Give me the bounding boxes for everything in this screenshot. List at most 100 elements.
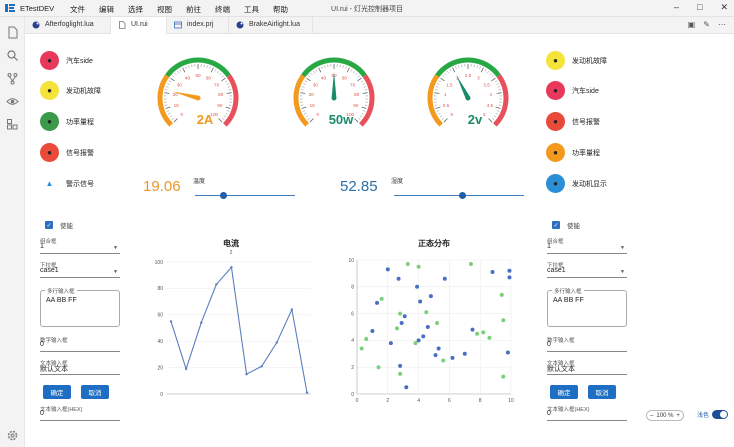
search-icon[interactable] [6,49,19,62]
indicator-right-engine-fault: ● 发动机故障 [546,51,607,70]
gauge-tick [221,77,226,82]
extensions-icon[interactable] [6,118,19,131]
enable-checkbox-left[interactable]: ✓ 使能 [45,220,73,230]
gauge-tick-label: 90 [353,103,359,108]
gauge-tick [355,73,358,76]
menu-select[interactable]: 选择 [128,4,143,15]
combo-select-left[interactable]: 1 ▼ [40,243,120,254]
dropdown-select-right[interactable]: case1 ▼ [547,267,627,278]
gauge-tick [452,67,456,73]
number-input-left[interactable]: 0 [40,341,120,352]
indicator-left-power-range: ● 功率量程 [40,112,94,131]
menu-view[interactable]: 视图 [157,4,172,15]
chart-subtitle: 2 [230,250,233,256]
scatter-point [416,338,421,343]
tab-ui-rui[interactable]: UI.rui [111,17,167,34]
app-logo-icon [5,4,15,12]
scatter-point [388,341,393,346]
cancel-button-right[interactable]: 取消 [588,385,616,399]
save-icon[interactable]: ▣ [688,20,696,29]
gauge-tick [476,65,478,68]
line-point [184,367,188,371]
tab-brakeairlight[interactable]: BrakeAirlight.lua [229,17,313,34]
gauge-tick [300,92,306,94]
hex-input-left[interactable]: 0 [40,410,120,421]
multiline-input-right[interactable]: 多行输入框 AA BB FF [547,287,627,327]
zoom-in-icon[interactable]: + [676,413,680,419]
tab-index-prj[interactable]: index.prj [167,17,229,34]
menu-go[interactable]: 前往 [186,4,201,15]
scatter-point [436,346,441,351]
gauge-band [493,74,509,127]
menu-file[interactable]: 文件 [70,4,85,15]
minimize-icon[interactable]: – [674,2,679,13]
zoom-out-icon[interactable]: – [650,413,653,419]
gauge-needle [456,74,470,99]
enable-checkbox-right[interactable]: ✓ 使能 [552,220,580,230]
scatter-point [398,371,403,376]
gauge-tick [167,83,170,85]
chevron-down-icon: ▼ [620,269,625,275]
toggle-switch[interactable] [712,410,729,419]
cancel-button-left[interactable]: 取消 [81,385,109,399]
gauge-tick [496,92,502,94]
gauge-tick [222,117,225,120]
menu-tools[interactable]: 工具 [244,4,259,15]
preview-eye-icon[interactable] [6,95,19,108]
dropdown-select-left[interactable]: case1 ▼ [40,267,120,278]
gauge-tick-label: 10 [174,103,180,108]
multiline-input-left[interactable]: 多行输入框 AA BB FF [40,287,120,327]
y-tick-label: 80 [157,286,163,292]
combo-select-right[interactable]: 1 ▼ [547,243,627,254]
menu-help[interactable]: 帮助 [273,4,288,15]
gauge-tick-label: 80 [354,92,360,97]
scatter-point [425,325,430,329]
gauge-tick [488,118,493,123]
maximize-icon[interactable]: □ [697,2,702,13]
slider-thumb[interactable] [219,192,227,199]
gauge-tick-label: 10 [310,103,316,108]
ok-button-left[interactable]: 确定 [43,385,71,399]
gauge-tick [354,118,359,123]
gauge-tick [353,71,355,74]
gauge-tick [226,83,229,85]
gauge-tick [449,69,452,72]
gauge-tick [458,65,460,68]
hex-input-right[interactable]: 0 [547,410,627,421]
gauge-tick [304,112,307,115]
humidity-slider[interactable] [394,192,524,200]
gauge-tick [362,92,368,94]
menu-terminal[interactable]: 终端 [215,4,230,15]
gauge-band [359,74,375,127]
gauge-tick [491,77,496,82]
theme-toggle[interactable]: 浅色 [697,410,729,419]
menu-edit[interactable]: 编辑 [99,4,114,15]
gauge-tick [302,110,306,112]
temperature-value: 19.06 [143,178,181,195]
gauge-tick [361,106,367,109]
more-options-icon[interactable]: ⋯ [718,20,726,29]
text-input-right[interactable]: 默认文本 [547,364,627,375]
gauge-tick [497,86,501,88]
gauge-tick-label: 1.5 [446,82,453,87]
gauge-band [157,74,173,127]
gauge-tick [455,66,457,69]
explorer-icon[interactable] [6,26,19,39]
zoom-control[interactable]: – 100 % + [646,410,684,421]
text-input-left[interactable]: 默认文本 [40,364,120,375]
humidity-label: 湿度 [391,179,404,185]
scatter-point [501,318,506,323]
alarm-icon: ● [546,112,565,131]
gauge-band [293,74,309,127]
settings-gear-icon[interactable] [6,429,19,442]
temperature-slider[interactable] [195,192,295,200]
tab-afterfoglight[interactable]: Afterfoglight.lua [25,17,111,34]
slider-thumb[interactable] [459,192,467,199]
source-control-icon[interactable] [6,72,19,85]
ok-button-right[interactable]: 确定 [550,385,578,399]
close-icon[interactable]: ✕ [720,2,728,13]
gauge-tick-label: 30 [177,82,183,87]
engine-icon: ● [40,81,59,100]
edit-pencil-icon[interactable]: ✎ [703,20,710,29]
number-input-right[interactable]: 0 [547,341,627,352]
